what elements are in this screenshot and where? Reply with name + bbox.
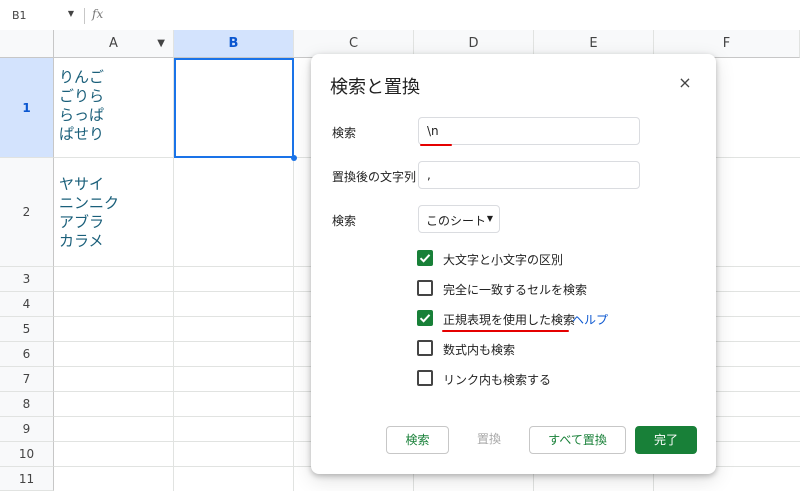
column-header-label: C	[348, 36, 359, 51]
annotation-underline	[442, 330, 569, 332]
row-header-3[interactable]: 3	[0, 267, 54, 292]
name-box[interactable]: B1 ▼	[8, 8, 76, 24]
column-header-b[interactable]: B	[174, 30, 294, 58]
chevron-down-icon[interactable]: ▼	[157, 30, 165, 57]
find-button[interactable]: 検索	[386, 426, 449, 454]
check-icon	[419, 314, 431, 323]
search-input[interactable]: \n	[418, 117, 640, 145]
formula-bar-divider	[84, 8, 85, 24]
chevron-down-icon: ▼	[67, 9, 74, 18]
cell-b1-selection[interactable]	[174, 58, 294, 158]
fx-icon: fx	[92, 7, 104, 21]
row-header-5[interactable]: 5	[0, 317, 54, 342]
option-label: 完全に一致するセルを検索	[443, 283, 588, 297]
name-box-value: B1	[12, 9, 27, 22]
column-header-label: F	[722, 36, 731, 51]
replace-all-button[interactable]: すべて置換	[529, 426, 626, 454]
checkbox[interactable]	[417, 250, 433, 266]
column-header-label: B	[228, 36, 239, 51]
search-label: 検索	[332, 126, 357, 140]
option-label: 大文字と小文字の区別	[443, 253, 564, 267]
checkbox[interactable]	[417, 370, 433, 386]
row-header-4[interactable]: 4	[0, 292, 54, 317]
row-header-11[interactable]: 11	[0, 467, 54, 491]
close-icon[interactable]: ×	[675, 73, 695, 93]
annotation-underline	[420, 144, 452, 146]
select-all-corner[interactable]	[0, 30, 54, 58]
option-label: 数式内も検索	[443, 343, 516, 357]
row-header-2[interactable]: 2	[0, 158, 54, 267]
scope-value: このシート	[426, 214, 487, 228]
cell-a2[interactable]: ヤサイ ニンニク アブラ カラメ	[59, 175, 119, 251]
row-header-10[interactable]: 10	[0, 442, 54, 467]
formula-bar: B1 ▼ fx	[0, 0, 800, 31]
row-header-6[interactable]: 6	[0, 342, 54, 367]
scope-dropdown[interactable]: このシート ▼	[418, 205, 500, 233]
checkbox[interactable]	[417, 310, 433, 326]
replace-button[interactable]: 置換	[458, 426, 520, 454]
option-label: 正規表現を使用した検索	[443, 313, 576, 327]
option-label: リンク内も検索する	[443, 373, 552, 387]
find-replace-dialog: 検索と置換 × 検索 \n 置換後の文字列 , 検索 このシート ▼ 大文字と小…	[311, 54, 716, 474]
done-button[interactable]: 完了	[635, 426, 697, 454]
checkbox[interactable]	[417, 340, 433, 356]
replace-input[interactable]: ,	[418, 161, 640, 189]
chevron-down-icon: ▼	[486, 214, 493, 223]
row-header-1[interactable]: 1	[0, 58, 54, 158]
scope-label: 検索	[332, 214, 357, 228]
replace-label: 置換後の文字列	[332, 170, 417, 184]
column-header-label: E	[589, 36, 598, 51]
check-icon	[419, 254, 431, 263]
row-header-9[interactable]: 9	[0, 417, 54, 442]
checkbox[interactable]	[417, 280, 433, 296]
help-link[interactable]: ヘルプ	[572, 311, 608, 328]
fill-handle[interactable]	[291, 155, 297, 161]
column-header-label: A	[109, 36, 118, 51]
row-header-8[interactable]: 8	[0, 392, 54, 417]
column-header-a[interactable]: A ▼	[54, 30, 174, 58]
column-header-label: D	[468, 36, 479, 51]
dialog-title: 検索と置換	[330, 77, 420, 98]
row-header-7[interactable]: 7	[0, 367, 54, 392]
cell-a1[interactable]: りんご ごりら らっぱ ぱせり	[59, 68, 104, 144]
